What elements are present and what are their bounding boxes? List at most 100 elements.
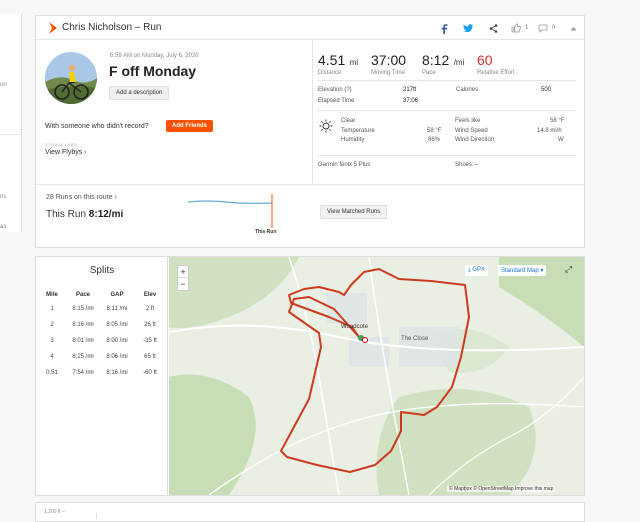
this-run-value: 8:12/mi [88, 209, 124, 220]
splits-header-elev: Elev [143, 292, 157, 298]
left-partial-item[interactable]: on [0, 82, 7, 88]
split-row[interactable]: 1 8:15 /mi 8:11 /mi 2 ft [38, 301, 166, 317]
wind-speed-label: Wind Speed [455, 128, 488, 134]
gpx-label: GPX [472, 267, 485, 273]
split-mile: 3 [50, 338, 54, 344]
split-mile: 2 [50, 322, 54, 328]
zoom-out-button[interactable]: − [178, 278, 188, 290]
left-partial-item[interactable]: ns [0, 194, 6, 200]
split-pace: 8:01 /mi [72, 338, 94, 344]
feels-like-label: Feels like [455, 118, 481, 124]
temperature-value: 58 °F [427, 128, 442, 134]
pace-unit: /mi [453, 58, 465, 67]
shoes-label: Shoes: [455, 162, 474, 168]
split-gap: 8:16 /mi [106, 370, 128, 376]
add-friends-button[interactable]: Add Friends [166, 120, 214, 132]
pace-label: Pace [422, 70, 436, 76]
splits-header-mile: Mile [46, 292, 58, 298]
elapsed-label: Elapsed Time [318, 98, 355, 104]
splits-header-gap: GAP [110, 292, 124, 298]
split-mile: 1 [50, 306, 54, 312]
elevation-axis-label: 1,200 ft – [44, 509, 65, 515]
elevation-value: 217ft [403, 87, 417, 93]
feels-like-value: 58 °F [550, 118, 565, 124]
weather-divider [318, 110, 576, 111]
stats-row-divider [318, 80, 576, 81]
kudos-icon[interactable] [511, 23, 521, 33]
place-label-the-close: The Close [401, 336, 429, 342]
splits-panel: Splits Mile Pace GAP Elev 1 8:15 /mi 8:1… [36, 257, 168, 495]
split-elev: -35 ft [143, 338, 157, 344]
elevation-label[interactable]: Elevation (?) [318, 87, 352, 93]
page-title: Chris Nicholson – Run [62, 22, 162, 33]
splits-header-row: Mile Pace GAP Elev [38, 289, 166, 301]
distance-value: 4.51 [318, 52, 346, 68]
map-style-select[interactable]: Standard Map ▾ [498, 265, 547, 276]
route-pace-line [187, 200, 273, 204]
split-elev: 65 ft [144, 354, 156, 360]
wind-speed-value: 14.8 mi/h [537, 128, 562, 134]
comment-icon[interactable] [538, 24, 548, 33]
chevron-right-icon: › [84, 149, 87, 156]
split-row[interactable]: 4 8:25 /mi 8:06 /mi 65 ft [38, 349, 166, 365]
splits-map-card: Splits Mile Pace GAP Elev 1 8:15 /mi 8:1… [35, 256, 585, 496]
distance-label: Distance [318, 70, 342, 76]
twitter-share-icon[interactable] [463, 24, 473, 32]
stat-relative-effort[interactable]: 60 Relative Effort [477, 52, 515, 76]
shoes-value: – [475, 162, 479, 168]
gpx-download-button[interactable]: ⤓ GPX [465, 265, 488, 276]
map-attribution[interactable]: © Mapbox © OpenStreetMap Improve this ma… [447, 486, 556, 492]
map-canvas [169, 257, 584, 495]
place-label-woodcote: Woodcote [341, 324, 368, 330]
split-pace: 8:25 /mi [72, 354, 94, 360]
humidity-value: 86% [428, 137, 441, 143]
splits-title: Splits [89, 265, 115, 276]
split-gap: 8:06 /mi [106, 354, 128, 360]
this-run-marker-label: This Run [255, 229, 277, 235]
flyby-label: STRAVA LABS [45, 142, 78, 147]
runs-on-route-link[interactable]: 28 Runs on this route › [46, 194, 117, 201]
elapsed-value: 37:06 [403, 98, 419, 104]
wind-direction-value: W [558, 137, 564, 143]
route-map[interactable]: Woodcote The Close + − ⤓ GPX Standard Ma… [169, 257, 584, 495]
facebook-share-icon[interactable] [440, 24, 448, 34]
view-matched-runs-button[interactable]: View Matched Runs [320, 205, 388, 219]
zoom-controls: + − [177, 265, 189, 291]
add-description-button[interactable]: Add a description [109, 86, 170, 100]
split-row[interactable]: 3 8:01 /mi 8:00 /mi -35 ft [38, 333, 166, 349]
left-partial-panel: on ns as [0, 14, 22, 232]
this-run-label: This Run [46, 209, 87, 220]
route-comparison-chart[interactable] [186, 192, 286, 234]
splits-header-pace: Pace [75, 292, 90, 298]
activity-type-icon [49, 22, 57, 34]
calories-label: Calories [456, 87, 479, 93]
activity-name: F off Monday [109, 63, 197, 79]
split-row[interactable]: 0.51 7:54 /mi 8:16 /mi -60 ft [38, 365, 166, 381]
elevation-ticks [96, 513, 556, 519]
split-mile: 4 [50, 354, 54, 360]
calories-value: 500 [541, 87, 552, 93]
chevron-up-icon[interactable] [570, 26, 577, 31]
split-gap: 8:00 /mi [106, 338, 128, 344]
device-name: Garmin fēnix 5 Plus [318, 162, 371, 168]
stat-moving-time: 37:00 Moving Time [371, 52, 406, 76]
avatar[interactable] [45, 52, 97, 104]
zoom-in-button[interactable]: + [178, 266, 188, 278]
split-row[interactable]: 2 8:16 /mi 8:05 /mi 26 ft [38, 317, 166, 333]
split-gap: 8:05 /mi [106, 322, 128, 328]
map-style-label: Standard Map [501, 268, 539, 274]
pace-value: 8:12 [422, 52, 450, 68]
view-flybys-label: View Flybys [45, 149, 83, 156]
splits-table: Mile Pace GAP Elev 1 8:15 /mi 8:11 /mi 2… [38, 289, 166, 381]
elevation-card-partial: 1,200 ft – [35, 502, 585, 522]
stats-divider [312, 40, 313, 183]
share-icon[interactable] [489, 24, 498, 33]
someone-prompt: With someone who didn't record? [45, 123, 149, 130]
left-partial-item[interactable]: as [0, 224, 6, 230]
split-pace: 8:16 /mi [72, 322, 94, 328]
fullscreen-icon[interactable]: ⤢ [565, 264, 572, 275]
view-flybys-link[interactable]: View Flybys › [45, 149, 87, 156]
wind-direction-label: Wind Direction [455, 137, 495, 143]
stat-distance: 4.51 mi Distance [318, 52, 358, 76]
split-elev: 2 ft [145, 306, 155, 312]
